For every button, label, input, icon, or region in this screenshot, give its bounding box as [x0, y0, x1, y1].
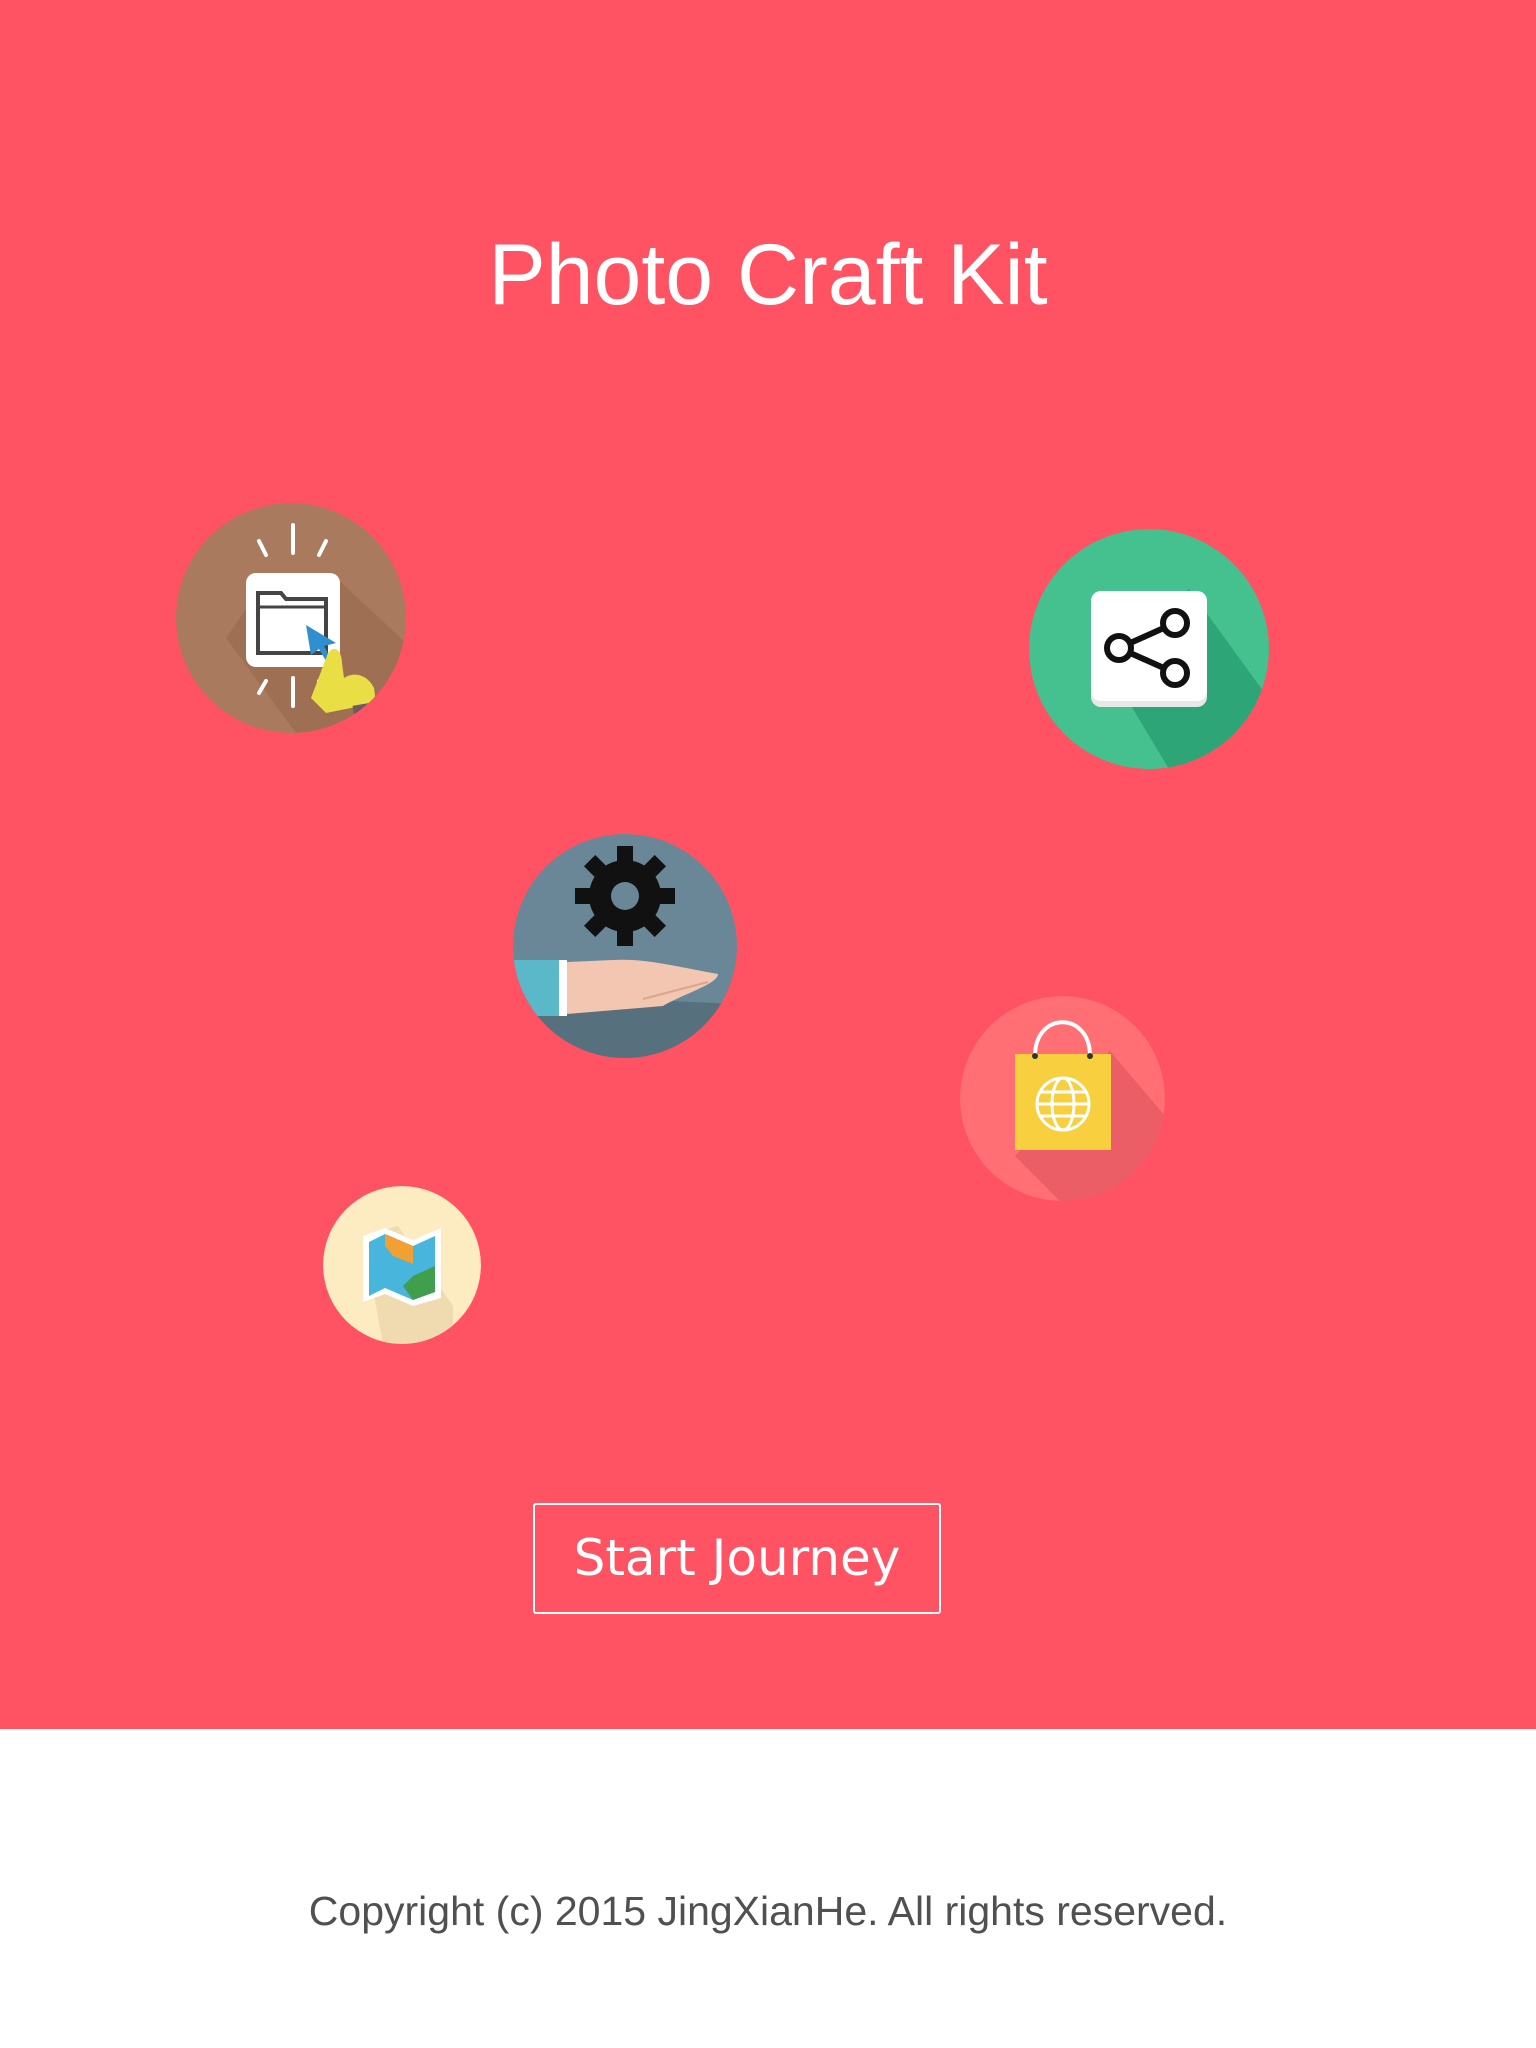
- gear-hand-icon[interactable]: [513, 834, 737, 1058]
- map-icon[interactable]: [323, 1186, 481, 1344]
- start-journey-button[interactable]: Start Journey: [533, 1503, 941, 1614]
- share-icon[interactable]: [1029, 529, 1269, 769]
- folder-cursor-icon[interactable]: [176, 503, 406, 733]
- app-title: Photo Craft Kit: [488, 227, 1048, 323]
- hero-section: Photo Craft Kit Start Journey: [0, 0, 1536, 1729]
- shopping-bag-globe-icon[interactable]: [960, 996, 1165, 1201]
- copyright-text: Copyright (c) 2015 JingXianHe. All right…: [308, 1888, 1228, 1934]
